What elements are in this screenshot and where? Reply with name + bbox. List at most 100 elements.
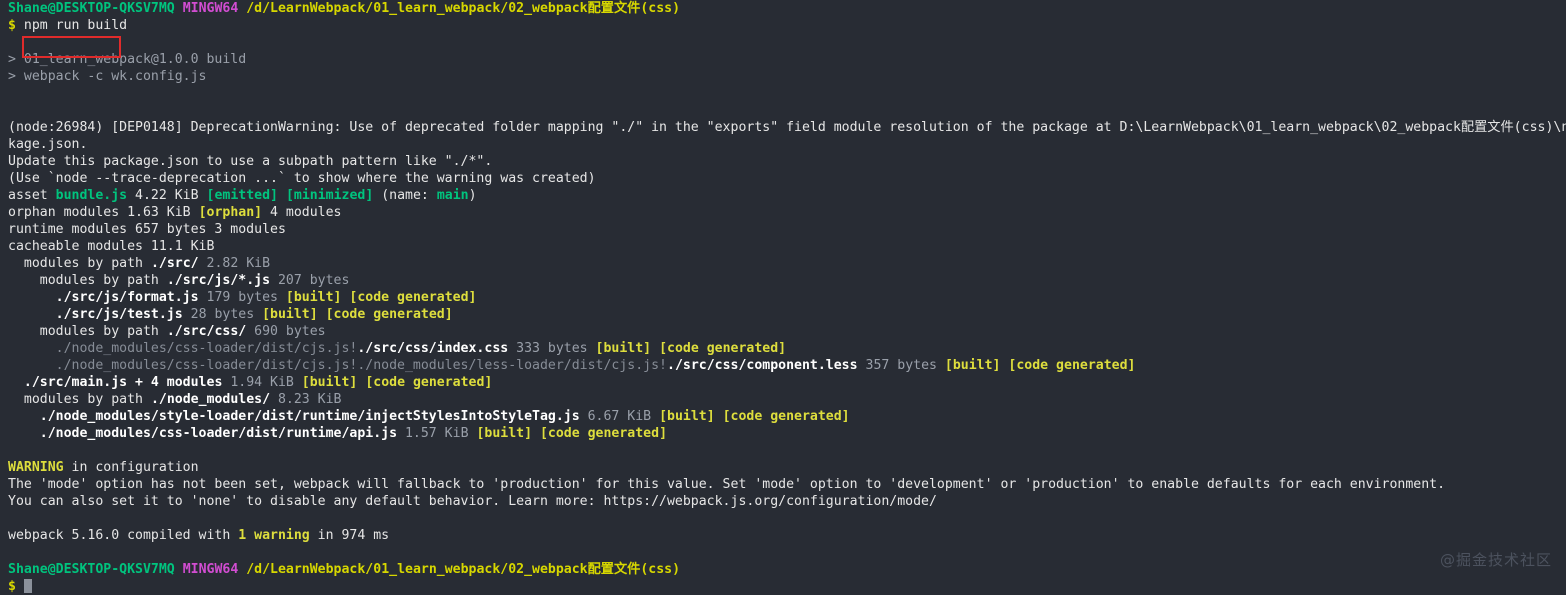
tree-module-size: 357 bytes <box>857 358 945 373</box>
tree-module-path: ./src/js/test.js <box>55 307 183 322</box>
spacer-3: . <box>0 102 1566 119</box>
warning-keyword: WARNING <box>8 460 64 475</box>
prompt-user-host: Shane@DESKTOP-QKSV7MQ <box>8 1 175 16</box>
tree-module-tags: [built] [code generated] <box>476 426 668 441</box>
asset-size: 4.22 KiB <box>127 188 207 203</box>
deprecation-line-3: (Use `node --trace-deprecation ...` to s… <box>8 171 596 186</box>
asset-name: bundle.js <box>55 188 128 203</box>
prompt-path-bottom: /d/LearnWebpack/01_learn_webpack/02_webp… <box>246 562 681 577</box>
compile-summary-line: webpack 5.16.0 compiled with 1 warning i… <box>0 527 1566 544</box>
prompt-space-1 <box>175 1 183 16</box>
tree-module-path: ./src/css/ <box>166 324 247 339</box>
spacer-2: . <box>0 85 1566 102</box>
warning-body-2: You can also set it to 'none' to disable… <box>8 494 937 509</box>
spacer-6: . <box>0 544 1566 561</box>
summary-pre: webpack 5.16.0 compiled with <box>8 528 239 543</box>
cacheable-modules-line: cacheable modules 11.1 KiB <box>8 239 215 254</box>
module-tree-line: ./node_modules/css-loader/dist/runtime/a… <box>0 425 1566 442</box>
module-tree-line: ./node_modules/css-loader/dist/cjs.js!./… <box>0 357 1566 374</box>
orphan-tag: [orphan] <box>198 205 263 220</box>
tree-module-size: 179 bytes <box>198 290 286 305</box>
tree-module-size: 2.82 KiB <box>198 256 271 271</box>
tree-prefix: modules by path <box>23 392 151 407</box>
watermark: @掘金技术社区 <box>1439 551 1552 569</box>
summary-warning-count: 1 warning <box>238 528 310 543</box>
orphan-pre: orphan modules 1.63 KiB <box>8 205 199 220</box>
summary-post: in 974 ms <box>309 528 390 543</box>
tree-module-path: ./src/css/component.less <box>667 358 858 373</box>
prompt-shell-tag-bottom: MINGW64 <box>182 562 239 577</box>
terminal-window: Shane@DESKTOP-QKSV7MQ MINGW64 /d/LearnWe… <box>0 0 1566 594</box>
prompt-user-host-bottom: Shane@DESKTOP-QKSV7MQ <box>8 562 175 577</box>
module-tree-line: modules by path ./src/css/ 690 bytes <box>0 323 1566 340</box>
npm-package-line: > 01_learn_webpack@1.0.0 build <box>8 52 247 67</box>
tree-module-size: 6.67 KiB <box>579 409 660 424</box>
tree-module-size: 333 bytes <box>508 341 596 356</box>
prompt-symbol: $ <box>8 18 16 33</box>
npm-script-line: > webpack -c wk.config.js <box>8 69 207 84</box>
deprecation-line-1b: kage.json. <box>8 137 88 152</box>
typed-command: npm run build <box>23 18 128 33</box>
spacer-1: . <box>0 34 1566 51</box>
deprecation-line-1a: (node:26984) [DEP0148] DeprecationWarnin… <box>8 120 1566 135</box>
tree-module-path: ./src/js/format.js <box>55 290 199 305</box>
prompt-path: /d/LearnWebpack/01_learn_webpack/02_webp… <box>246 1 681 16</box>
tree-module-tags: [built] [code generated] <box>595 341 787 356</box>
module-tree-line: ./src/js/format.js 179 bytes [built] [co… <box>0 289 1566 306</box>
prompt-line-bottom: Shane@DESKTOP-QKSV7MQ MINGW64 /d/LearnWe… <box>0 561 1566 578</box>
prompt-symbol-bottom: $ <box>8 579 16 594</box>
input-line[interactable]: $ <box>0 578 1566 595</box>
tree-module-path: ./node_modules/ <box>150 392 271 407</box>
warning-heading: WARNING in configuration <box>0 459 1566 476</box>
module-tree: modules by path ./src/ 2.82 KiB modules … <box>0 255 1566 442</box>
tree-module-tags: [built] [code generated] <box>285 290 477 305</box>
orphan-post: 4 modules <box>262 205 342 220</box>
input-space <box>16 579 24 594</box>
tree-module-size: 1.57 KiB <box>397 426 477 441</box>
spacer-4: . <box>0 442 1566 459</box>
command-line[interactable]: $ npm run build <box>0 17 1566 58</box>
runtime-modules-line: runtime modules 657 bytes 3 modules <box>8 222 286 237</box>
tree-loader-prefix: ./node_modules/css-loader/dist/cjs.js!./… <box>55 358 667 373</box>
asset-line: asset bundle.js 4.22 KiB [emitted] [mini… <box>0 187 1566 204</box>
tree-module-size: 690 bytes <box>246 324 326 339</box>
prompt-line-top: Shane@DESKTOP-QKSV7MQ MINGW64 /d/LearnWe… <box>0 0 1566 17</box>
tree-module-path: ./src/css/index.css <box>357 341 509 356</box>
tree-prefix: modules by path <box>39 324 167 339</box>
tree-module-size: 207 bytes <box>270 273 350 288</box>
prompt-space-3 <box>175 562 183 577</box>
tree-module-tags: [built] [code generated] <box>659 409 850 424</box>
tree-loader-prefix: ./node_modules/css-loader/dist/cjs.js! <box>55 341 358 356</box>
tree-module-tags: [built] [code generated] <box>944 358 1136 373</box>
command-space <box>16 18 24 33</box>
module-tree-line: modules by path ./src/ 2.82 KiB <box>0 255 1566 272</box>
asset-label: asset <box>8 188 56 203</box>
tree-module-path: ./node_modules/css-loader/dist/runtime/a… <box>39 426 398 441</box>
warning-heading-rest: in configuration <box>63 460 199 475</box>
tree-module-size: 28 bytes <box>182 307 263 322</box>
asset-main-name: main <box>436 188 469 203</box>
module-tree-line: modules by path ./node_modules/ 8.23 KiB <box>0 391 1566 408</box>
asset-minimized-tag: [minimized] <box>285 188 374 203</box>
tree-module-size: 8.23 KiB <box>270 392 342 407</box>
module-tree-line: ./node_modules/css-loader/dist/cjs.js!./… <box>0 340 1566 357</box>
module-tree-line: ./src/js/test.js 28 bytes [built] [code … <box>0 306 1566 323</box>
tree-module-path: ./src/main.js + 4 modules <box>23 375 223 390</box>
orphan-modules-line: orphan modules 1.63 KiB [orphan] 4 modul… <box>0 204 1566 221</box>
tree-module-path: ./src/js/*.js <box>166 273 271 288</box>
text-cursor <box>23 579 32 593</box>
warning-body-1: The 'mode' option has not been set, webp… <box>8 477 1446 492</box>
prompt-shell-tag: MINGW64 <box>182 1 239 16</box>
tree-module-tags: [built] [code generated] <box>262 307 453 322</box>
tree-prefix: modules by path <box>39 273 167 288</box>
tree-prefix: modules by path <box>23 256 151 271</box>
module-tree-line: ./src/main.js + 4 modules 1.94 KiB [buil… <box>0 374 1566 391</box>
